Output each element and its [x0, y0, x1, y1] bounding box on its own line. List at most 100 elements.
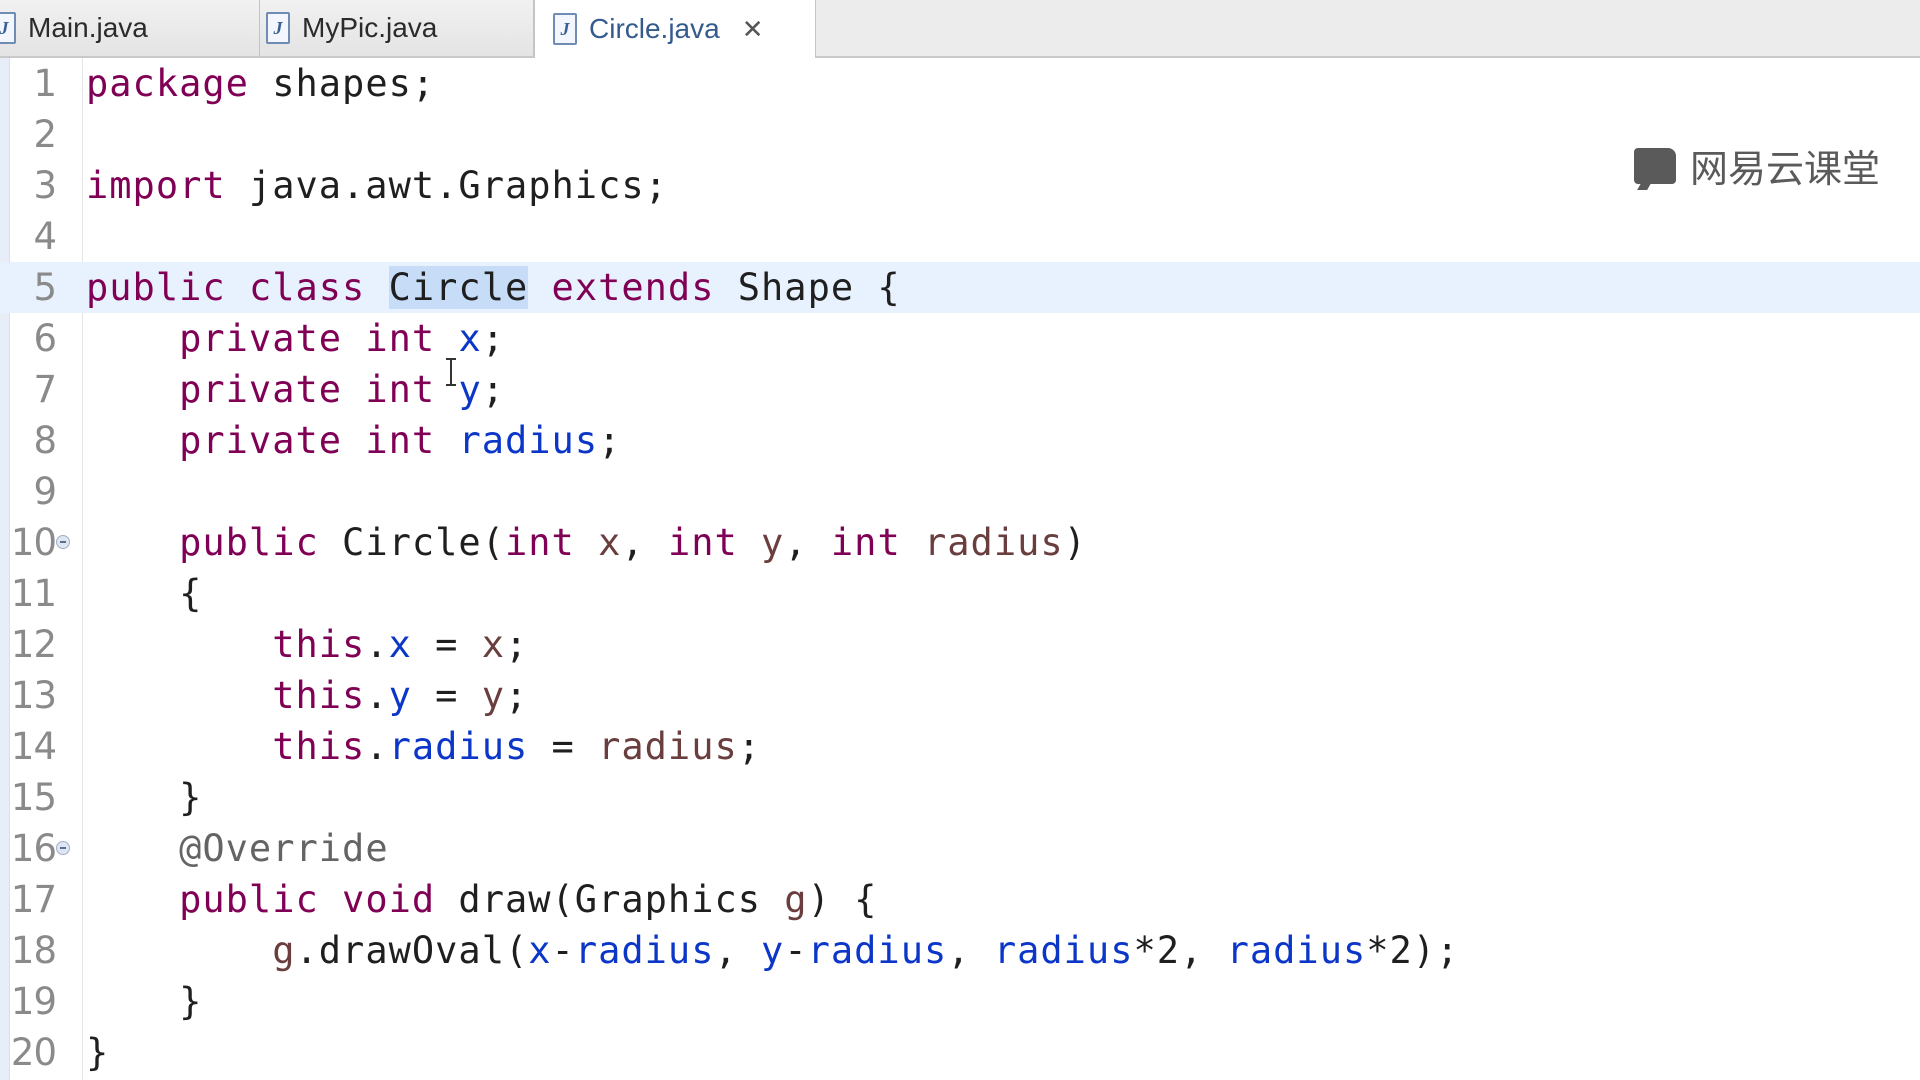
code-token: , [947, 929, 994, 972]
code-token: radius [458, 419, 599, 462]
code-line[interactable]: 7 private int y; [0, 364, 1920, 415]
code-line[interactable]: 8 private int radius; [0, 415, 1920, 466]
code-text[interactable]: } [86, 772, 202, 823]
code-token: public [179, 521, 319, 564]
code-token: ; [737, 725, 762, 768]
code-token: ; [481, 368, 505, 411]
close-tab-icon[interactable]: ✕ [742, 14, 764, 45]
java-file-icon: J [553, 13, 577, 45]
line-number: 3 [33, 164, 57, 207]
code-line[interactable]: 15 } [0, 772, 1920, 823]
code-token: , [621, 521, 668, 564]
code-token: public [179, 878, 319, 921]
code-text[interactable]: } [86, 1027, 109, 1078]
line-number: 15 [10, 776, 57, 819]
code-line[interactable]: 13 this.y = y; [0, 670, 1920, 721]
tab-label: MyPic.java [302, 12, 438, 43]
tab-label: Main.java [28, 12, 148, 43]
code-text[interactable]: this.radius = radius; [86, 721, 761, 772]
code-text[interactable]: } [86, 976, 202, 1027]
code-line[interactable]: 18 g.drawOval(x-radius, y-radius, radius… [0, 925, 1920, 976]
code-token: java.awt.Graphics; [225, 164, 668, 207]
code-token: void [342, 878, 436, 921]
fold-collapse-icon[interactable] [56, 535, 70, 549]
code-token: class [248, 266, 366, 309]
code-text[interactable]: g.drawOval(x-radius, y-radius, radius*2,… [86, 925, 1459, 976]
line-number: 9 [33, 470, 57, 513]
code-token: - [784, 929, 808, 972]
code-token: = [411, 674, 482, 717]
code-token: import [86, 164, 226, 207]
code-editor[interactable]: 1 package shapes; 2 3 import java.awt.Graphi… [0, 58, 1920, 1080]
code-text[interactable]: private int x; [86, 313, 505, 364]
tab-label: Circle.java [589, 13, 720, 44]
line-number: 17 [10, 878, 57, 921]
code-token: ) [1063, 521, 1087, 564]
code-line[interactable]: 19 } [0, 976, 1920, 1027]
code-token: } [86, 776, 203, 819]
code-token: , [784, 521, 831, 564]
code-token: extends [551, 266, 715, 309]
code-token: , [714, 929, 762, 972]
netease-cloud-classroom-logo-icon [1633, 147, 1676, 184]
code-token: draw(Graphics [435, 878, 785, 921]
code-line[interactable]: 11 { [0, 568, 1920, 619]
code-text[interactable]: @Override [86, 823, 389, 874]
code-line[interactable]: 14 this.radius = radius; [0, 721, 1920, 772]
code-line[interactable]: 2 [0, 109, 1920, 160]
code-token: radius [598, 725, 738, 768]
code-token: - [551, 929, 575, 972]
tab-circle-java[interactable]: J Circle.java ✕ [534, 0, 816, 58]
code-line[interactable]: 3 import java.awt.Graphics; [0, 160, 1920, 211]
code-line[interactable]: 16 @Override [0, 823, 1920, 874]
code-line[interactable]: 1 package shapes; [0, 58, 1920, 109]
code-token: .drawOval( [295, 929, 529, 972]
code-token: ; [481, 317, 505, 360]
code-token: int [365, 419, 436, 462]
code-line[interactable]: 20} [0, 1027, 1920, 1078]
code-token: y [761, 929, 785, 972]
fold-collapse-icon[interactable] [56, 841, 70, 855]
code-token: ; [598, 419, 622, 462]
code-text[interactable]: this.y = y; [86, 670, 528, 721]
code-line[interactable]: 9 [0, 466, 1920, 517]
code-line[interactable]: 4 [0, 211, 1920, 262]
code-token: . [365, 725, 389, 768]
code-line[interactable]: 6 private int x; [0, 313, 1920, 364]
code-token: public [86, 266, 226, 309]
line-number: 5 [33, 266, 57, 309]
code-text[interactable]: private int y; [86, 364, 505, 415]
selected-token: Circle [388, 266, 529, 309]
code-line[interactable]: 5 public class Circle extends Shape { [0, 262, 1920, 313]
code-text[interactable]: this.x = x; [86, 619, 528, 670]
code-token: { [86, 572, 203, 615]
line-number: 13 [10, 674, 57, 717]
code-line[interactable]: 12 this.x = x; [0, 619, 1920, 670]
java-file-icon: J [266, 12, 290, 44]
code-text[interactable]: public Circle(int x, int y, int radius) [86, 517, 1087, 568]
code-line[interactable]: 17 public void draw(Graphics g) { [0, 874, 1920, 925]
code-text[interactable]: public class Circle extends Shape { [86, 262, 901, 313]
code-token: int [830, 521, 901, 564]
code-token: this [272, 623, 366, 666]
code-line[interactable]: 10 public Circle(int x, int y, int radiu… [0, 517, 1920, 568]
tab-mypic-java[interactable]: J MyPic.java [260, 0, 534, 56]
code-token: this [272, 725, 366, 768]
code-token: . [365, 623, 389, 666]
code-text[interactable]: public void draw(Graphics g) { [86, 874, 877, 925]
line-number: 18 [10, 929, 57, 972]
tab-main-java[interactable]: J Main.java [0, 0, 260, 56]
code-token: . [365, 674, 389, 717]
code-text[interactable]: { [86, 568, 202, 619]
code-token: x [481, 623, 505, 666]
code-text[interactable]: private int radius; [86, 415, 621, 466]
watermark: 网易云课堂 [1633, 138, 1880, 193]
code-text[interactable]: import java.awt.Graphics; [86, 160, 668, 211]
code-text[interactable]: package shapes; [86, 58, 435, 109]
